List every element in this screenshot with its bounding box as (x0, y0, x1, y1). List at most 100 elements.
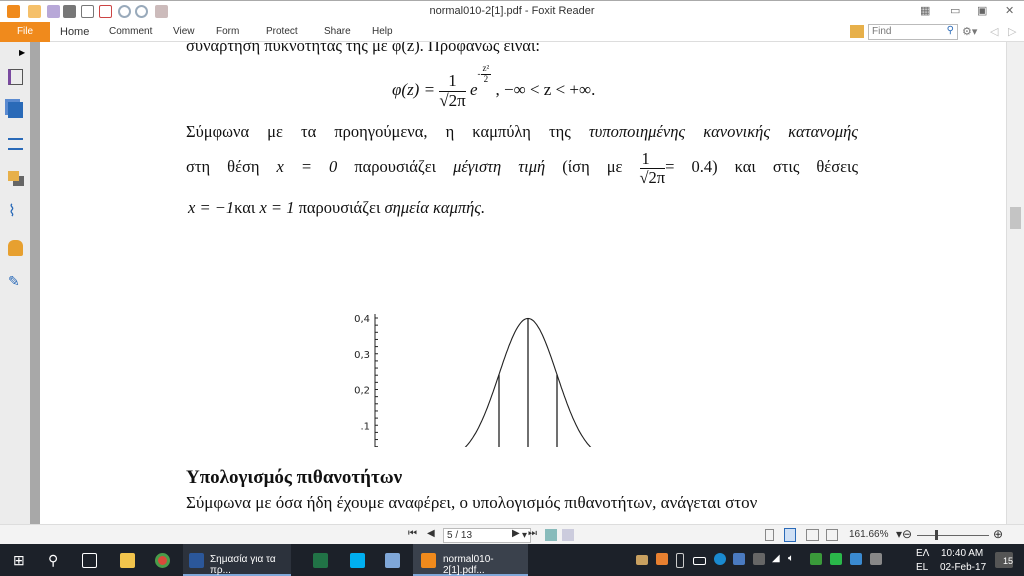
math: x = 1 (259, 198, 295, 217)
volume-icon[interactable]: 🔈︎ (788, 553, 794, 564)
taskbar-word[interactable]: Σημασία για τα πρ... (183, 544, 291, 576)
lock-icon[interactable] (8, 240, 23, 256)
keyboard-layout[interactable]: EL (916, 562, 928, 573)
pages-icon[interactable] (8, 102, 23, 118)
continuous-page-icon[interactable] (784, 528, 796, 542)
skype-icon[interactable] (350, 553, 365, 568)
first-page-button[interactable]: ⏮ (408, 528, 417, 539)
find-next-icon[interactable]: ▷ (1008, 25, 1016, 38)
paragraph-line: Σύμφωνα με τα προηγούμενα, η καμπύλη της… (186, 122, 858, 142)
text: = 0.4) (665, 157, 718, 176)
file-explorer-icon[interactable] (120, 553, 135, 568)
expand-panel-icon[interactable]: ▶ (19, 48, 25, 57)
y-tick-label: 0,2 (354, 386, 370, 397)
tab-protect[interactable]: Protect (266, 26, 298, 37)
y-tick-label: 0,4 (354, 314, 370, 325)
ribbon-display-icon[interactable]: ▦ (920, 4, 930, 17)
notification-center[interactable]: 15 (995, 552, 1013, 568)
zoom-in-button[interactable]: ⊕ (993, 527, 1003, 541)
navigation-panel: ▶ ⌇ ✎ (0, 42, 30, 524)
tray-icon[interactable] (850, 553, 862, 565)
prev-view-icon[interactable] (545, 529, 557, 541)
text: Σύμφωνα με τα προηγούμενα, η καμπύλη της (186, 122, 571, 141)
search-button[interactable]: ⚲ (48, 544, 58, 576)
wifi-icon[interactable]: ◢ (772, 553, 780, 564)
formula: φ(z) = 1 √2π e-z² 2 , −∞ < z < +∞. (392, 63, 595, 110)
language-indicator[interactable]: ΕΛ (916, 548, 929, 559)
tray-icon[interactable] (830, 553, 842, 565)
section-heading: Υπολογισμός πιθανοτήτων (186, 467, 403, 488)
task-view-button[interactable] (82, 553, 97, 568)
tab-form[interactable]: Form (216, 26, 239, 37)
zoom-slider-handle[interactable] (935, 530, 938, 540)
tray-icon[interactable] (636, 555, 648, 565)
tab-help[interactable]: Help (372, 26, 393, 37)
bookmark-icon[interactable] (8, 69, 23, 85)
vertical-scrollbar[interactable] (1006, 42, 1024, 524)
taskbar: ⊞ ⚲ Σημασία για τα πρ... normal010-2[1].… (0, 544, 1024, 576)
status-bar: ⏮ ◀ 5 / 13 ▾ ▶ ⏭ 161.66% ▾⊖ ⊕ (0, 524, 1024, 544)
next-view-icon[interactable] (562, 529, 574, 541)
italic-text: σημεία καμπής. (384, 198, 486, 217)
prev-page-button[interactable]: ◀ (427, 528, 435, 539)
italic-text: μέγιστη τιμή (453, 157, 546, 176)
minimize-button[interactable]: ▭ (950, 4, 960, 17)
tab-comment[interactable]: Comment (109, 26, 152, 37)
close-button[interactable]: ✕ (1005, 4, 1014, 17)
continuous-facing-icon[interactable] (826, 529, 838, 541)
tray-icon[interactable] (656, 553, 668, 565)
tab-home[interactable]: Home (60, 26, 89, 38)
exp-den: 2 (483, 73, 489, 84)
layers-icon[interactable] (8, 138, 23, 150)
zoom-slider[interactable] (917, 535, 989, 536)
find-prev-icon[interactable]: ◁ (990, 25, 998, 38)
app-icon[interactable] (385, 553, 400, 568)
excel-icon[interactable] (313, 553, 328, 568)
attachment-icon[interactable]: ⌇ (8, 204, 23, 220)
zoom-level[interactable]: 161.66% (849, 529, 888, 540)
signature-icon[interactable]: ✎ (8, 273, 23, 289)
maximize-button[interactable]: ▣ (977, 4, 987, 17)
pdf-page: συναρτηση πυκνοτητας της με φ(z). Προφαν… (40, 42, 1006, 524)
formula-e: e (470, 80, 478, 100)
last-page-button[interactable]: ⏭ (528, 528, 537, 539)
zoom-out-button[interactable]: ▾⊖ (896, 527, 912, 541)
word-icon (189, 553, 204, 568)
find-placeholder: Find (872, 26, 892, 37)
tab-view[interactable]: View (173, 26, 195, 37)
tray-icon[interactable] (714, 553, 726, 565)
tray-icon[interactable] (733, 553, 745, 565)
facing-page-icon[interactable] (806, 529, 819, 541)
text: παρουσιάζει (298, 198, 381, 217)
clock-date[interactable]: 02-Feb-17 (940, 562, 986, 573)
next-page-button[interactable]: ▶ (512, 528, 520, 539)
find-folder-icon[interactable] (850, 25, 864, 38)
search-icon[interactable]: ⚲ (947, 25, 954, 36)
formula-num: 1 (439, 71, 466, 92)
text-line: συναρτηση πυκνοτητας της με φ(z). Προφαν… (186, 42, 540, 55)
tray-icon[interactable] (753, 553, 765, 565)
scrollbar-thumb[interactable] (1010, 207, 1021, 229)
tray-icon[interactable] (810, 553, 822, 565)
taskbar-foxit-label: normal010-2[1].pdf... (443, 554, 494, 576)
start-button[interactable]: ⊞ (13, 544, 33, 576)
tab-share[interactable]: Share (324, 26, 351, 37)
single-page-icon[interactable] (765, 529, 774, 541)
panel-splitter[interactable] (30, 42, 40, 524)
comments-icon[interactable] (8, 171, 19, 181)
chevron-down-icon[interactable]: ▾ (522, 530, 527, 541)
text: και στις θέσεις (734, 157, 859, 176)
gear-icon[interactable]: ⚙▾ (962, 25, 977, 38)
y-tick-label: .1 (360, 421, 370, 432)
taskbar-foxit[interactable]: normal010-2[1].pdf... (413, 544, 528, 576)
usb-icon[interactable] (676, 553, 684, 568)
battery-icon[interactable] (693, 557, 706, 565)
clock-time[interactable]: 10:40 AM (941, 548, 983, 559)
taskbar-word-label: Σημασία για τα πρ... (210, 554, 276, 576)
chrome-icon[interactable] (155, 553, 170, 568)
find-input[interactable]: Find ⚲ (868, 24, 958, 40)
math: x = −1 (188, 198, 235, 217)
tab-file[interactable]: File (0, 22, 50, 42)
notification-count: 15 (1002, 556, 1013, 566)
tray-icon[interactable] (870, 553, 882, 565)
